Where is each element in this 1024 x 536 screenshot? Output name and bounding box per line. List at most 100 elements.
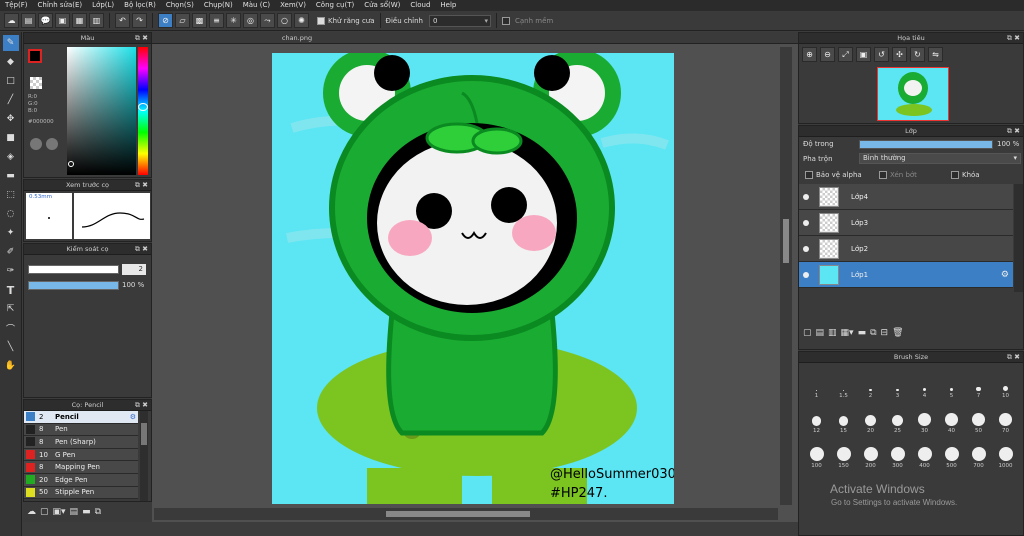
brush-size-preset[interactable]: 3 — [885, 367, 911, 399]
circle-icon[interactable]: ○ — [277, 13, 292, 28]
menu-view[interactable]: Xem(V) — [275, 0, 311, 11]
menu-select[interactable]: Chọn(S) — [161, 0, 199, 11]
layer-item[interactable]: Lớp3 — [799, 210, 1013, 236]
gear-icon[interactable]: ⚙ — [1001, 270, 1009, 280]
brush-size-preset[interactable]: 20 — [858, 402, 884, 434]
new-layer-1bit-icon[interactable]: ▥ — [828, 328, 837, 338]
smooth-checkbox[interactable] — [502, 16, 510, 25]
brush-size-preset[interactable]: 500 — [939, 437, 965, 469]
layer-folder-icon[interactable]: ▬ — [858, 328, 867, 338]
brush-list-item[interactable]: 2 Pencil ⚙ — [24, 411, 138, 424]
chat-icon[interactable]: 💬 — [38, 13, 53, 28]
brush-list-scrollbar[interactable] — [140, 411, 148, 501]
menu-help[interactable]: Help — [435, 0, 461, 11]
brush-size-preset[interactable]: 50 — [966, 402, 992, 434]
brush-size-preset[interactable]: 1 — [804, 367, 830, 399]
brush-copy-icon[interactable]: ▤ — [70, 507, 79, 517]
pen-tool-icon[interactable]: ╲ — [3, 339, 19, 355]
fill-tool-icon[interactable]: ◈ — [3, 149, 19, 165]
brush-opacity-slider[interactable] — [28, 281, 119, 290]
gear-icon[interactable]: ⚙ — [130, 413, 136, 421]
menu-edit[interactable]: Chỉnh sửa(E) — [33, 0, 88, 11]
redo-icon[interactable]: ↷ — [132, 13, 147, 28]
symmetry-icon[interactable]: ✺ — [294, 13, 309, 28]
brush-size-preset[interactable]: 100 — [804, 437, 830, 469]
adjust-select[interactable]: 0 ▾ — [429, 14, 491, 27]
folder-icon[interactable]: ▬ — [82, 507, 91, 517]
protect-alpha-checkbox[interactable] — [805, 171, 813, 179]
layer-opacity-slider[interactable] — [859, 140, 993, 149]
brush-size-preset[interactable]: 7 — [966, 367, 992, 399]
panel-close-icon[interactable]: ⧉ ✖ — [1007, 126, 1020, 137]
layer-copy-icon[interactable]: ⧉ — [870, 328, 876, 338]
zoom-in-icon[interactable]: ⊕ — [802, 47, 817, 62]
panel-close-icon[interactable]: ⧉ ✖ — [135, 244, 148, 255]
lock-checkbox[interactable] — [951, 171, 959, 179]
flip-icon[interactable]: ⇋ — [928, 47, 943, 62]
menu-capture[interactable]: Chụp(N) — [199, 0, 238, 11]
doc-icon[interactable]: ▥ — [89, 13, 104, 28]
blend-mode-select[interactable]: Bình thường ▾ — [859, 153, 1021, 164]
menu-cloud[interactable]: Cloud — [405, 0, 435, 11]
concentric-icon[interactable]: ◎ — [243, 13, 258, 28]
cloud-icon[interactable]: ☁ — [4, 13, 19, 28]
actual-size-icon[interactable]: ▣ — [856, 47, 871, 62]
brush-size-input[interactable]: 2 — [122, 264, 146, 275]
menu-window[interactable]: Cửa sổ(W) — [359, 0, 405, 11]
vertical-scrollbar[interactable] — [780, 47, 792, 505]
eye-icon[interactable] — [803, 245, 809, 252]
brush-size-preset[interactable]: 700 — [966, 437, 992, 469]
reset-view-icon[interactable]: ✣ — [892, 47, 907, 62]
layer-icon[interactable]: ▣ — [55, 13, 70, 28]
navigator-thumbnail[interactable] — [877, 67, 949, 121]
foreground-color-swatch[interactable] — [28, 49, 42, 63]
antialias-checkbox[interactable] — [317, 16, 325, 25]
brush-size-preset[interactable]: 12 — [804, 402, 830, 434]
layer-item[interactable]: Lớp4 — [799, 184, 1013, 210]
select-eraser-icon[interactable]: ✑ — [3, 263, 19, 279]
panel-close-icon[interactable]: ⧉ ✖ — [1007, 33, 1020, 44]
magic-wand-icon[interactable]: ✦ — [3, 225, 19, 241]
brush-size-preset[interactable]: 40 — [939, 402, 965, 434]
layer-delete-icon[interactable]: 🗑 — [892, 328, 903, 338]
canvas-tab[interactable]: chan.png — [257, 32, 337, 44]
layer-item[interactable]: Lớp2 — [799, 236, 1013, 262]
menu-layer[interactable]: Lớp(L) — [87, 0, 119, 11]
brush-size-preset[interactable]: 25 — [885, 402, 911, 434]
menu-file[interactable]: Tệp(F) — [0, 0, 33, 11]
eraser-tool-icon[interactable]: ◆ — [3, 54, 19, 70]
rect-select-icon[interactable]: ⬚ — [3, 187, 19, 203]
brush-size-preset[interactable]: 300 — [885, 437, 911, 469]
perspective-icon[interactable]: ▱ — [175, 13, 190, 28]
new-file-icon[interactable]: ▤ — [21, 13, 36, 28]
brush-list-item[interactable]: 20 Edge Pen — [24, 473, 138, 487]
rotate-right-icon[interactable]: ↻ — [910, 47, 925, 62]
text-tool-icon[interactable]: T — [3, 282, 19, 298]
brush-size-preset[interactable]: 400 — [912, 437, 938, 469]
eye-icon[interactable] — [803, 271, 809, 278]
color-circle-icon[interactable] — [46, 138, 58, 150]
rect-tool-icon[interactable]: ■ — [3, 130, 19, 146]
brush-size-preset[interactable]: 5 — [939, 367, 965, 399]
brush-size-preset[interactable]: 70 — [993, 402, 1019, 434]
artwork-canvas[interactable]: @HelloSummer0304 #HP247. — [272, 53, 674, 504]
new-brush-icon[interactable]: ▢ — [40, 507, 49, 517]
shape-tool-icon[interactable]: □ — [3, 73, 19, 89]
new-layer-icon[interactable]: ▢ — [803, 328, 812, 338]
brush-size-slider[interactable] — [28, 265, 119, 274]
layer-merge-icon[interactable]: ⊟ — [881, 328, 889, 338]
layer-item[interactable]: Lớp1 ⚙ — [799, 262, 1013, 288]
brush-size-preset[interactable]: 4 — [912, 367, 938, 399]
brush-list-item[interactable]: 8 Pen — [24, 423, 138, 437]
layer-menu-icon[interactable]: ▦▾ — [841, 328, 854, 338]
brush-size-preset[interactable]: 1.5 — [831, 367, 857, 399]
layer-scrollbar[interactable] — [1014, 184, 1023, 292]
eyedropper-tool-icon[interactable]: ⌒ — [3, 320, 19, 336]
palette-icon[interactable] — [30, 138, 42, 150]
operation-tool-icon[interactable]: ⇱ — [3, 301, 19, 317]
zoom-out-icon[interactable]: ⊖ — [820, 47, 835, 62]
brush-size-preset[interactable]: 2 — [858, 367, 884, 399]
eye-icon[interactable] — [803, 193, 809, 200]
brush-options-icon[interactable]: ▣▾ — [53, 507, 66, 517]
brush-size-preset[interactable]: 10 — [993, 367, 1019, 399]
